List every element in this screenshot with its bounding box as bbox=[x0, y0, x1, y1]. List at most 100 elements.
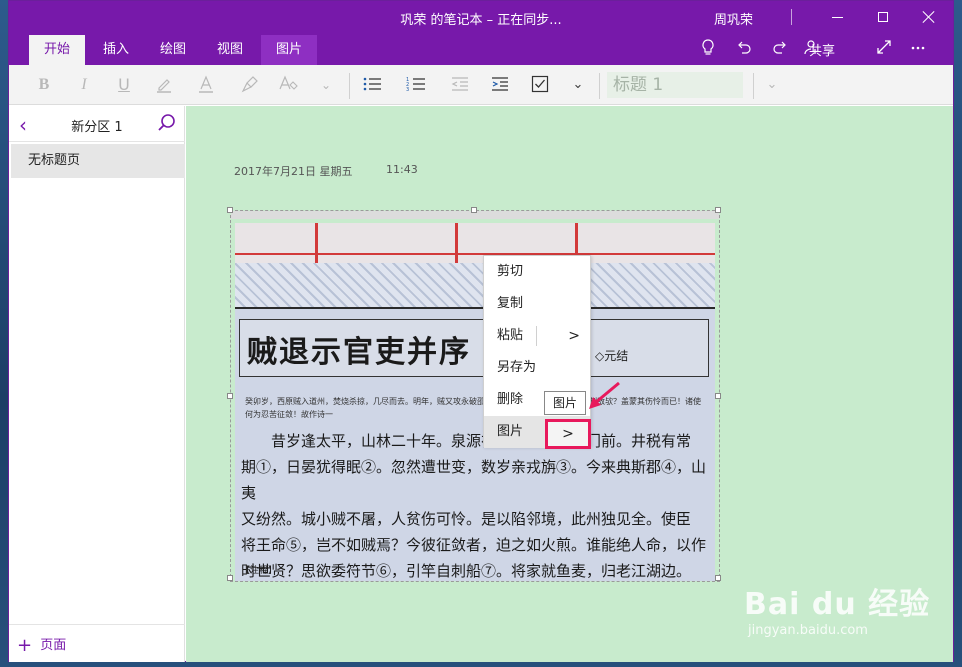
share-button[interactable]: 共享 bbox=[809, 40, 835, 59]
highlight-button[interactable] bbox=[153, 75, 175, 95]
resize-handle-top-right[interactable] bbox=[715, 207, 721, 213]
tag-dropdown-icon[interactable]: ⌄ bbox=[567, 75, 589, 95]
photo-preface: 癸卯岁，西原贼入道州，焚烧杀掠，几尽而去。明年，贼又攻永破邵，不犯此州边鄙而退，… bbox=[245, 397, 701, 419]
onenote-window: 巩荣 的笔记本 – 正在同步... 周巩荣 开始 插入 绘图 视图 图片 共享 … bbox=[8, 0, 954, 662]
menu-paste-label: 粘贴 bbox=[497, 328, 524, 343]
minimize-button[interactable] bbox=[814, 1, 860, 33]
menu-save-as[interactable]: 另存为 bbox=[484, 352, 590, 384]
poem-line: 期①，日晏犹得眠②。忽然遭世变，数岁亲戎旃③。今来典斯郡④，山夷 bbox=[241, 458, 707, 502]
numbered-list-button[interactable]: 123 bbox=[405, 75, 427, 95]
font-color-icon bbox=[199, 75, 213, 93]
window-title: 巩荣 的笔记本 – 正在同步... bbox=[400, 13, 562, 28]
photo-note: 【注释】 bbox=[241, 566, 278, 576]
redo-icon[interactable] bbox=[769, 39, 791, 59]
tooltip: 图片 bbox=[544, 391, 586, 415]
tab-picture[interactable]: 图片 bbox=[261, 35, 317, 65]
svg-text:3: 3 bbox=[406, 87, 409, 93]
font-color-button[interactable] bbox=[195, 75, 217, 95]
baidu-watermark: Bai du 经验 jingyan.baidu.com bbox=[744, 579, 944, 649]
highlighter-icon bbox=[157, 79, 171, 93]
menu-save-as-label: 另存为 bbox=[497, 360, 537, 375]
menu-picture-label: 图片 bbox=[497, 424, 524, 439]
lightbulb-icon[interactable] bbox=[697, 39, 719, 61]
page-date: 2017年7月21日 星期五 bbox=[234, 165, 353, 178]
page-list-item[interactable]: 无标题页 bbox=[11, 144, 185, 178]
style-selector[interactable]: 标题 1 bbox=[607, 72, 743, 98]
inserted-photo[interactable]: 贼退示官吏并序 ◇元结 癸卯岁，西原贼入道州，焚烧杀掠，几尽而去。明年，贼又攻永… bbox=[235, 223, 715, 581]
expand-icon[interactable] bbox=[873, 39, 895, 59]
bold-button[interactable]: B bbox=[33, 75, 55, 95]
add-page-button[interactable]: + 页面 bbox=[17, 634, 66, 656]
decrease-indent-button[interactable] bbox=[449, 75, 471, 95]
resize-handle-top-left[interactable] bbox=[227, 207, 233, 213]
increase-indent-icon bbox=[492, 77, 508, 91]
format-dropdown-icon[interactable]: ⌄ bbox=[315, 75, 337, 95]
add-page-label: 页面 bbox=[40, 638, 67, 653]
section-header: ‹ 新分区 1 bbox=[9, 106, 185, 142]
tab-insert[interactable]: 插入 bbox=[91, 35, 141, 65]
pages-sidebar: ‹ 新分区 1 无标题页 + 页面 bbox=[9, 106, 185, 662]
clear-format-icon bbox=[279, 75, 298, 90]
resize-handle-right[interactable] bbox=[715, 393, 721, 399]
photo-author: ◇元结 bbox=[595, 349, 629, 363]
maximize-icon bbox=[878, 12, 888, 22]
photo-poem: 昔岁逢太平，山林二十年。泉源在庭户，洞壑当门前。井税有常 期①，日晏犹得眠②。忽… bbox=[241, 428, 711, 581]
red-grid-line bbox=[315, 223, 318, 263]
brush-icon bbox=[241, 76, 258, 93]
menu-cut[interactable]: 剪切 bbox=[484, 256, 590, 288]
close-icon bbox=[923, 11, 935, 23]
formatting-toolbar: B I U ⌄ 123 ⌄ 标题 1 ⌄ bbox=[9, 65, 953, 105]
decrease-indent-icon bbox=[451, 77, 468, 91]
red-grid-line bbox=[235, 253, 715, 255]
resize-handle-bottom-left[interactable] bbox=[227, 575, 233, 581]
photo-paper-top bbox=[235, 223, 715, 263]
watermark-url: jingyan.baidu.com bbox=[748, 623, 868, 638]
watermark-main: Bai du 经验 bbox=[744, 587, 931, 622]
chevron-right-icon: > bbox=[562, 426, 574, 442]
title-separator bbox=[791, 9, 792, 25]
italic-button[interactable]: I bbox=[73, 75, 95, 95]
menu-copy[interactable]: 复制 bbox=[484, 288, 590, 320]
photo-pattern-band bbox=[235, 263, 715, 307]
poem-line: 又纷然。城小贼不屠，人贫伤可怜。是以陷邻境，此州独见全。使臣 bbox=[241, 510, 692, 528]
maximize-button[interactable] bbox=[860, 1, 906, 33]
tab-draw[interactable]: 绘图 bbox=[147, 35, 199, 65]
chevron-right-icon[interactable]: > bbox=[568, 320, 580, 352]
todo-tag-button[interactable] bbox=[529, 75, 551, 95]
tab-view[interactable]: 视图 bbox=[205, 35, 255, 65]
toolbar-divider-2 bbox=[599, 73, 600, 99]
title-bar: 巩荣 的笔记本 – 正在同步... 周巩荣 bbox=[9, 1, 953, 33]
resize-handle-top[interactable] bbox=[471, 207, 477, 213]
clear-format-button[interactable] bbox=[277, 75, 299, 95]
sidebar-footer: + 页面 bbox=[9, 624, 185, 662]
close-button[interactable] bbox=[906, 1, 952, 33]
menu-paste[interactable]: 粘贴 > bbox=[484, 320, 590, 352]
underline-button[interactable]: U bbox=[113, 75, 135, 95]
tab-home[interactable]: 开始 bbox=[29, 35, 85, 65]
menu-copy-label: 复制 bbox=[497, 296, 524, 311]
undo-icon[interactable] bbox=[733, 39, 755, 59]
menu-paste-divider bbox=[536, 326, 537, 346]
format-painter-button[interactable] bbox=[239, 75, 261, 95]
checkbox-icon bbox=[531, 75, 549, 93]
toolbar-divider bbox=[349, 73, 350, 99]
bullet-list-icon bbox=[363, 77, 381, 91]
annotation-arrow-icon bbox=[589, 381, 620, 409]
picture-container[interactable]: 贼退示官吏并序 ◇元结 癸卯岁，西原贼入道州，焚烧杀掠，几尽而去。明年，贼又攻永… bbox=[227, 207, 721, 582]
user-name[interactable]: 周巩荣 bbox=[714, 9, 753, 28]
page-time: 11:43 bbox=[386, 163, 418, 176]
more-icon[interactable] bbox=[907, 39, 929, 59]
plus-icon: + bbox=[17, 635, 33, 656]
photo-rule bbox=[235, 307, 715, 309]
menu-delete-label: 删除 bbox=[497, 392, 524, 407]
resize-handle-bottom-right[interactable] bbox=[715, 575, 721, 581]
search-icon[interactable] bbox=[157, 113, 177, 133]
increase-indent-button[interactable] bbox=[489, 75, 511, 95]
numbered-list-icon: 123 bbox=[406, 77, 425, 93]
style-dropdown-icon[interactable]: ⌄ bbox=[761, 75, 783, 95]
picture-submenu-button[interactable]: > bbox=[545, 419, 591, 449]
menu-cut-label: 剪切 bbox=[497, 264, 524, 279]
toolbar-divider-3 bbox=[753, 73, 754, 99]
bullet-list-button[interactable] bbox=[361, 75, 383, 95]
resize-handle-left[interactable] bbox=[227, 393, 233, 399]
